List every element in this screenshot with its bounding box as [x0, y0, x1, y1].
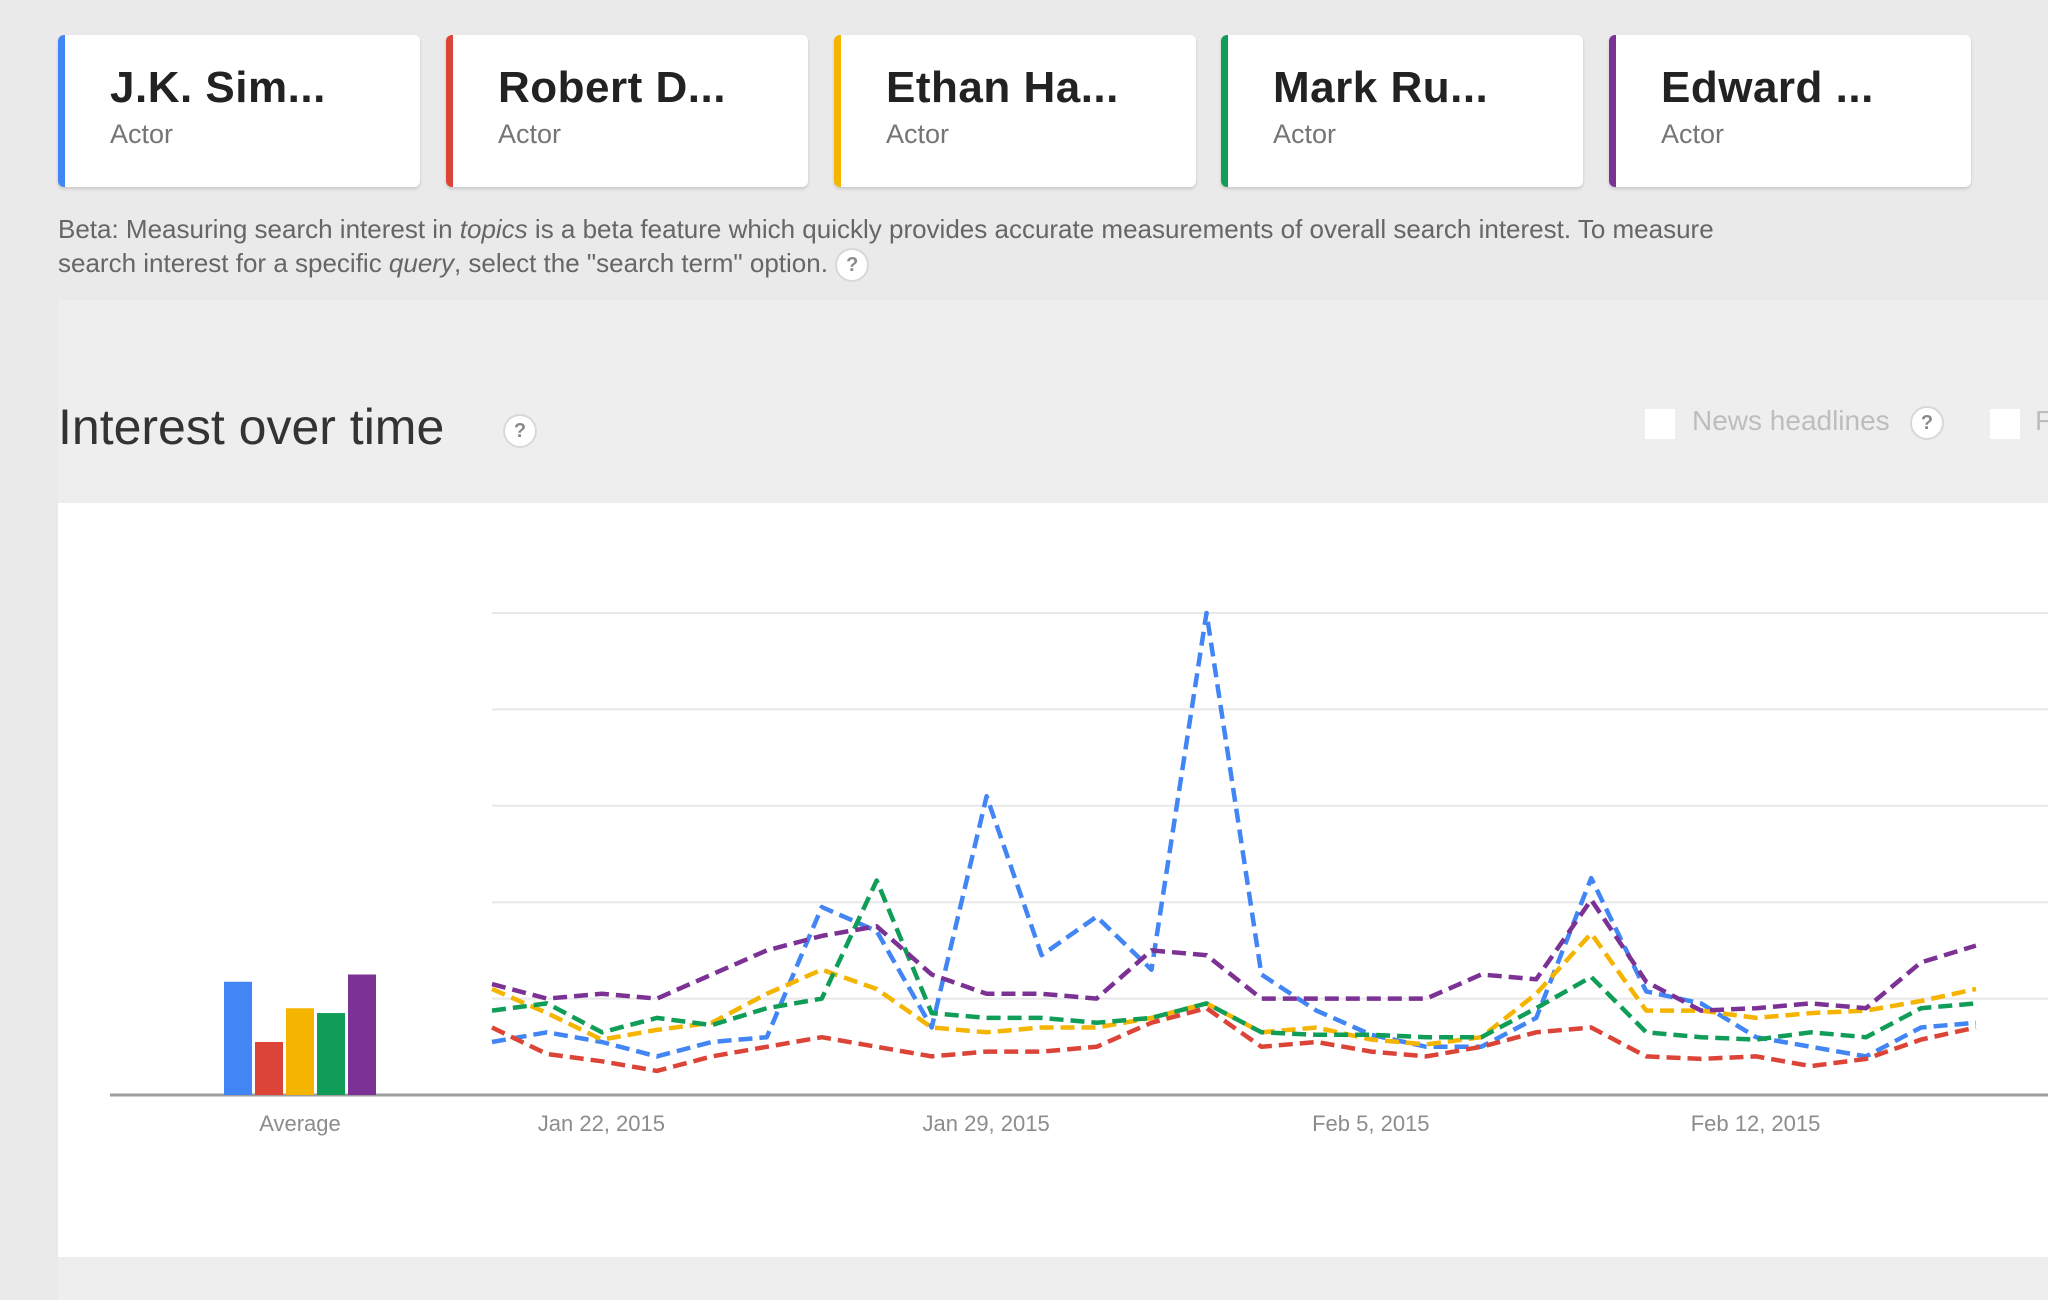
beta-notice: Beta: Measuring search interest in topic… [58, 212, 1758, 283]
news-headlines-label[interactable]: News headlines [1692, 405, 1890, 437]
average-bar-4 [317, 1013, 345, 1095]
card-subtitle: Actor [1661, 119, 1725, 149]
beta-text-topics: topics [459, 214, 528, 244]
card-subtitle: Actor [498, 119, 562, 149]
average-bar-3 [286, 1008, 314, 1095]
color-bar [1221, 35, 1228, 187]
entity-card-4[interactable]: Mark Ru... Actor [1221, 35, 1583, 187]
series-line-1 [491, 610, 1977, 1059]
beta-text-query: query [388, 248, 454, 278]
news-headlines-checkbox[interactable] [1645, 409, 1675, 439]
color-bar [834, 35, 841, 187]
average-bar-1 [224, 981, 252, 1095]
average-label: Average [259, 1111, 341, 1136]
help-icon[interactable]: ? [835, 248, 870, 283]
card-subtitle: Actor [110, 119, 174, 149]
x-tick-label: Jan 22, 2015 [538, 1111, 665, 1136]
second-option-label[interactable]: F [2035, 405, 2048, 437]
x-tick-label: Feb 5, 2015 [1312, 1111, 1429, 1136]
help-icon[interactable]: ? [503, 414, 537, 448]
section-title: Interest over time [58, 399, 445, 455]
help-icon[interactable]: ? [1910, 406, 1944, 440]
card-title: Robert D... [498, 63, 726, 112]
card-subtitle: Actor [886, 119, 950, 149]
entity-card-5[interactable]: Edward ... Actor [1609, 35, 1971, 187]
interest-chart: Average Jan 22, 2015 Jan 29, 2015 Feb 5, 20… [110, 610, 2048, 1136]
average-bar-2 [255, 1041, 283, 1095]
color-bar [446, 35, 453, 187]
beta-text-3: , select the "search term" option. [453, 248, 828, 278]
color-bar [1609, 35, 1616, 187]
color-bar [58, 35, 65, 187]
x-tick-label: Feb 12, 2015 [1691, 1111, 1821, 1136]
card-title: Mark Ru... [1273, 63, 1489, 112]
chart-area: Average Jan 22, 2015 Jan 29, 2015 Feb 5, 20… [58, 503, 2048, 1257]
average-bar-5 [348, 974, 376, 1095]
entity-card-3[interactable]: Ethan Ha... Actor [834, 35, 1196, 187]
series-line-5 [491, 897, 1977, 1013]
card-title: Ethan Ha... [886, 63, 1119, 112]
card-title: Edward ... [1661, 63, 1874, 112]
beta-text-1: Beta: Measuring search interest in [58, 214, 460, 244]
entity-card-1[interactable]: J.K. Sim... Actor [58, 35, 420, 187]
card-subtitle: Actor [1273, 119, 1337, 149]
x-tick-label: Jan 29, 2015 [923, 1111, 1050, 1136]
entity-card-2[interactable]: Robert D... Actor [446, 35, 808, 187]
card-title: J.K. Sim... [110, 63, 326, 112]
second-option-checkbox[interactable] [1990, 409, 2020, 439]
